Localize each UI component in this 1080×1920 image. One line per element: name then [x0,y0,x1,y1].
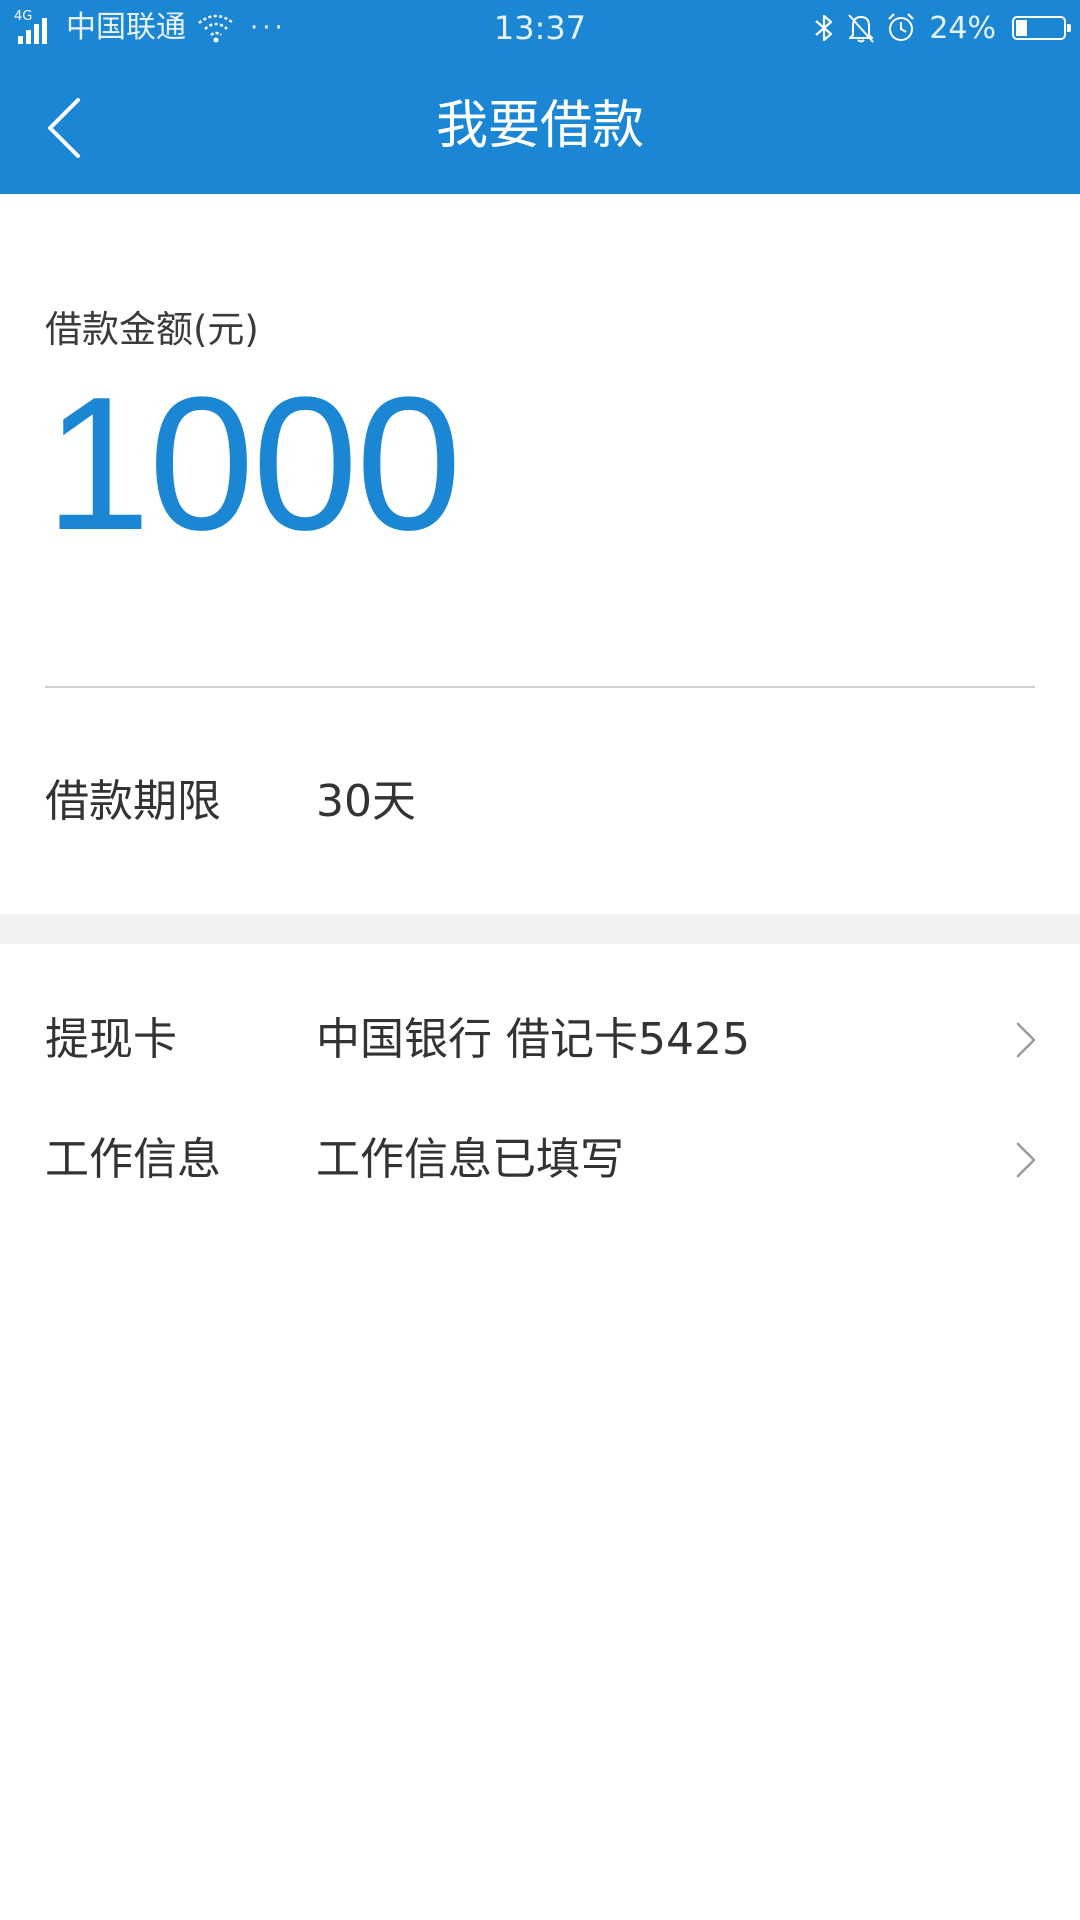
chevron-right-icon [1016,1142,1036,1178]
work-info-row[interactable]: 工作信息 工作信息已填写 [0,1108,1080,1208]
battery-percent: 24% [929,10,996,46]
work-info-value: 工作信息已填写 [316,1134,624,1185]
withdrawal-card-label: 提现卡 [45,1014,177,1065]
bluetooth-icon [815,14,833,42]
status-bar: 4G 中国联通 ··· 13:37 24% [0,0,1080,56]
loan-term-row: 借款期限 30天 [0,750,1080,850]
loan-amount-value[interactable]: 1000 [45,364,462,564]
battery-icon [1012,16,1071,40]
amount-divider [45,686,1035,688]
work-info-label: 工作信息 [45,1134,221,1185]
mute-bell-icon [848,14,875,43]
loan-term-label: 借款期限 [45,776,221,827]
withdrawal-card-row[interactable]: 提现卡 中国银行 借记卡5425 [0,988,1080,1088]
loan-amount-label: 借款金额(元) [45,308,259,351]
page-title: 我要借款 [435,96,644,156]
alarm-icon [888,13,915,41]
chevron-right-icon [1016,1022,1036,1058]
loan-term-value: 30天 [316,776,416,827]
section-divider [0,914,1080,944]
withdrawal-card-value: 中国银行 借记卡5425 [316,1014,750,1065]
app-header: 4G 中国联通 ··· 13:37 24% 我要借款 [0,0,1080,194]
